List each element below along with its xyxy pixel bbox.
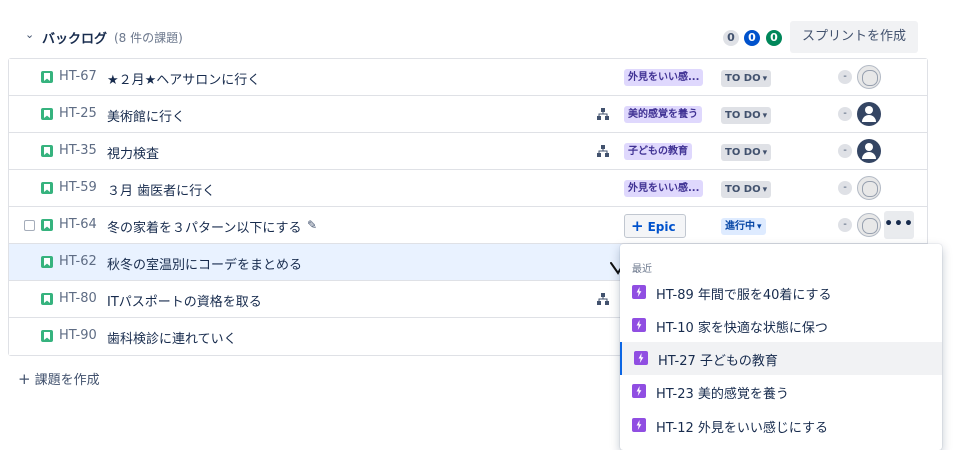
issue-key[interactable]: HT-80	[59, 291, 97, 306]
issue-key[interactable]: HT-62	[59, 254, 97, 269]
create-issue-button[interactable]: + 課題を作成	[18, 369, 100, 388]
child-issues-icon	[597, 293, 609, 305]
epic-option-label: HT-89 年間で服を40着にする	[656, 288, 832, 303]
todo-count-badge: 0	[723, 30, 739, 46]
epic-button-label: Epic	[647, 220, 676, 234]
issue-key[interactable]: HT-59	[59, 180, 97, 195]
epic-lozenge[interactable]: 子どもの教育	[624, 143, 692, 160]
issue-summary[interactable]: ITパスポートの資格を取る	[107, 291, 262, 310]
epic-option-label: HT-23 美的感覚を養う	[656, 387, 789, 402]
issue-row[interactable]: HT-35 視力検査 子どもの教育 TO DO ▾ -	[9, 133, 927, 170]
issue-count: (8 件の課題)	[114, 31, 183, 45]
chevron-down-icon: ▾	[762, 148, 768, 158]
estimate-badge[interactable]: -	[838, 107, 852, 121]
issue-summary[interactable]: ３月 歯医者に行く	[107, 180, 215, 199]
issue-key[interactable]: HT-64	[59, 217, 97, 232]
assignee-avatar[interactable]	[857, 65, 881, 89]
child-issues-icon	[597, 145, 609, 157]
plus-icon: +	[18, 370, 31, 388]
issue-summary[interactable]: 視力検査	[107, 143, 159, 162]
epic-option[interactable]: HT-10 家を快適な状態に保つ	[620, 309, 942, 342]
status-dropdown[interactable]: TO DO ▾	[721, 70, 772, 87]
dropdown-heading: 最近	[632, 264, 652, 275]
lightning-icon	[632, 285, 646, 299]
epic-dropdown: 最近 HT-89 年間で服を40着にする HT-10 家を快適な状態に保つ HT…	[620, 244, 942, 450]
create-sprint-button[interactable]: スプリントを作成	[790, 21, 918, 53]
issue-key[interactable]: HT-25	[59, 106, 97, 121]
status-dropdown[interactable]: 進行中 ▾	[721, 218, 766, 235]
chevron-down-icon[interactable]: ⌄	[25, 28, 34, 41]
story-icon	[41, 182, 53, 194]
backlog-header: ⌄ バックログ (8 件の課題) 0 0 0 スプリントを作成	[0, 20, 930, 54]
status-dropdown[interactable]: TO DO ▾	[721, 107, 772, 124]
child-issues-icon	[597, 108, 609, 120]
story-icon	[41, 108, 53, 120]
story-icon	[41, 71, 53, 83]
issue-summary[interactable]: 秋冬の室温別にコーデをまとめる	[107, 254, 302, 273]
assignee-avatar[interactable]	[857, 213, 881, 237]
issue-summary[interactable]: ★２月★ヘアサロンに行く	[107, 69, 260, 88]
pencil-icon[interactable]: ✎	[307, 218, 317, 232]
story-icon	[41, 330, 53, 342]
done-count-badge: 0	[766, 30, 782, 46]
status-label: TO DO	[725, 73, 761, 84]
epic-lozenge[interactable]: 外見をいい感...	[624, 180, 704, 197]
issue-summary[interactable]: 冬の家着を３パターン以下にする	[107, 217, 301, 236]
backlog-title: バックログ	[42, 32, 108, 47]
create-issue-label: 課題を作成	[34, 373, 100, 388]
status-label: TO DO	[725, 110, 761, 121]
lightning-icon	[632, 384, 646, 398]
chevron-down-icon: ▾	[762, 74, 768, 84]
status-label: TO DO	[725, 147, 761, 158]
assignee-avatar[interactable]	[857, 139, 881, 163]
epic-lozenge[interactable]: 外見をいい感...	[624, 69, 704, 86]
issue-key[interactable]: HT-90	[59, 328, 97, 343]
issue-key[interactable]: HT-67	[59, 69, 97, 84]
epic-option[interactable]: HT-27 子どもの教育	[620, 342, 942, 375]
story-icon	[41, 293, 53, 305]
chevron-down-icon: ▾	[762, 185, 768, 195]
lightning-icon	[634, 351, 648, 365]
assignee-avatar[interactable]	[857, 102, 881, 126]
issue-row[interactable]: HT-64 冬の家着を３パターン以下にする ✎ + Epic 進行中 ▾ - •••	[9, 207, 927, 244]
epic-option[interactable]: HT-12 外見をいい感じにする	[620, 409, 942, 442]
estimate-badge[interactable]: -	[838, 181, 852, 195]
story-icon	[41, 256, 53, 268]
epic-option[interactable]: HT-89 年間で服を40着にする	[620, 276, 942, 309]
lightning-icon	[632, 418, 646, 432]
issue-summary[interactable]: 歯科検診に連れていく	[107, 328, 237, 347]
status-label: TO DO	[725, 184, 761, 195]
assignee-avatar[interactable]	[857, 176, 881, 200]
status-dropdown[interactable]: TO DO ▾	[721, 144, 772, 161]
issue-key[interactable]: HT-35	[59, 143, 97, 158]
story-icon	[41, 145, 53, 157]
story-icon	[41, 219, 53, 231]
epic-option-label: HT-12 外見をいい感じにする	[656, 421, 829, 436]
estimate-badge[interactable]: -	[838, 218, 852, 232]
estimate-badge[interactable]: -	[838, 144, 852, 158]
status-label: 進行中	[725, 221, 755, 232]
in-progress-count-badge: 0	[744, 30, 760, 46]
issue-row[interactable]: HT-59 ３月 歯医者に行く 外見をいい感... TO DO ▾ -	[9, 170, 927, 207]
issue-row[interactable]: HT-67 ★２月★ヘアサロンに行く 外見をいい感... TO DO ▾ -	[9, 59, 927, 96]
add-epic-button[interactable]: + Epic	[624, 214, 686, 238]
issue-summary[interactable]: 美術館に行く	[107, 106, 185, 125]
estimate-badge[interactable]: -	[838, 70, 852, 84]
epic-lozenge[interactable]: 美的感覚を養う	[624, 106, 702, 123]
status-dropdown[interactable]: TO DO ▾	[721, 181, 772, 198]
epic-option[interactable]: HT-23 美的感覚を養う	[620, 375, 942, 408]
epic-option-label: HT-10 家を快適な状態に保つ	[656, 321, 828, 336]
row-checkbox[interactable]	[24, 220, 35, 231]
chevron-down-icon: ▾	[762, 111, 768, 121]
lightning-icon	[632, 318, 646, 332]
epic-option-label: HT-27 子どもの教育	[658, 354, 778, 369]
issue-row[interactable]: HT-25 美術館に行く 美的感覚を養う TO DO ▾ -	[9, 96, 927, 133]
plus-icon: +	[631, 217, 644, 235]
chevron-down-icon: ▾	[757, 222, 762, 232]
more-actions-button[interactable]: •••	[884, 211, 914, 239]
